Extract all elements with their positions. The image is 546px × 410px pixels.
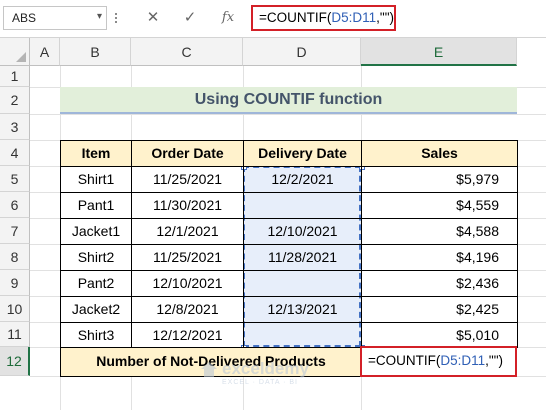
sheet-title[interactable]: Using COUNTIF function [60, 87, 517, 114]
row-header-11[interactable]: 11 [0, 322, 30, 347]
formula-prefix: =COUNTIF( [259, 10, 332, 25]
row-header-8[interactable]: 8 [0, 244, 30, 270]
table-header-b[interactable]: Item [60, 140, 132, 167]
row-header-9[interactable]: 9 [0, 270, 30, 296]
table-cell-c6[interactable]: 11/30/2021 [131, 192, 244, 219]
cancel-icon[interactable]: ✕ [143, 8, 163, 28]
row-header-6[interactable]: 6 [0, 192, 30, 218]
row-header-4[interactable]: 4 [0, 140, 30, 166]
cell-formula-range-ref: D5:D11 [440, 353, 486, 368]
table-cell-b8[interactable]: Shirt2 [60, 244, 132, 271]
more-options-icon[interactable] [114, 11, 118, 25]
formula-suffix: ,"") [376, 10, 394, 25]
table-cell-b9[interactable]: Pant2 [60, 270, 132, 297]
column-header-d[interactable]: D [243, 38, 361, 66]
row-header-5[interactable]: 5 [0, 166, 30, 192]
table-cell-b10[interactable]: Jacket2 [60, 296, 132, 323]
table-cell-e10[interactable]: $2,425 [361, 296, 518, 323]
table-cell-d5[interactable]: 12/2/2021 [243, 166, 362, 193]
table-cell-b6[interactable]: Pant1 [60, 192, 132, 219]
table-cell-e11[interactable]: $5,010 [361, 322, 518, 348]
row-header-2[interactable]: 2 [0, 87, 30, 114]
row-header-1[interactable]: 1 [0, 66, 30, 87]
table-cell-d9[interactable] [243, 270, 362, 297]
table-cell-d7[interactable]: 12/10/2021 [243, 218, 362, 245]
exceldemy-logo-icon [201, 362, 217, 377]
formula-input[interactable]: =COUNTIF(D5:D11,"") [251, 5, 396, 31]
table-cell-c8[interactable]: 11/25/2021 [131, 244, 244, 271]
grid-row-line [30, 114, 546, 115]
table-cell-c9[interactable]: 12/10/2021 [131, 270, 244, 297]
table-cell-d10[interactable]: 12/13/2021 [243, 296, 362, 323]
enter-icon[interactable]: ✓ [180, 8, 200, 28]
name-box-value: ABS [12, 11, 37, 25]
table-header-d[interactable]: Delivery Date [243, 140, 362, 167]
watermark-tagline: EXCEL · DATA · BI [222, 379, 298, 386]
table-cell-b7[interactable]: Jacket1 [60, 218, 132, 245]
row-header-7[interactable]: 7 [0, 218, 30, 244]
table-cell-d6[interactable] [243, 192, 362, 219]
table-cell-c10[interactable]: 12/8/2021 [131, 296, 244, 323]
name-box[interactable]: ABS ▾ [3, 6, 107, 30]
column-header-c[interactable]: C [131, 38, 243, 66]
cell-formula-suffix: ,"") [485, 353, 503, 368]
table-cell-d11[interactable] [243, 322, 362, 348]
chevron-down-icon[interactable]: ▾ [97, 11, 102, 22]
table-cell-e5[interactable]: $5,979 [361, 166, 518, 193]
table-cell-e8[interactable]: $4,196 [361, 244, 518, 271]
active-cell-e12[interactable]: =COUNTIF(D5:D11,"") [360, 346, 517, 377]
formula-range-ref: D5:D11 [331, 10, 377, 25]
table-cell-d8[interactable]: 11/28/2021 [243, 244, 362, 271]
table-cell-b5[interactable]: Shirt1 [60, 166, 132, 193]
watermark-brand: exceldemy [222, 359, 309, 378]
exceldemy-watermark: exceldemy EXCEL · DATA · BI [200, 357, 360, 393]
formula-bar: ABS ▾ ✕ ✓ fx =COUNTIF(D5:D11,"") [0, 0, 546, 38]
table-header-e[interactable]: Sales [361, 140, 518, 167]
column-header-e[interactable]: E [361, 38, 517, 66]
table-cell-e6[interactable]: $4,559 [361, 192, 518, 219]
table-cell-c7[interactable]: 12/1/2021 [131, 218, 244, 245]
row-header-12[interactable]: 12 [0, 347, 30, 376]
table-cell-e7[interactable]: $4,588 [361, 218, 518, 245]
row-header-3[interactable]: 3 [0, 114, 30, 140]
table-cell-b11[interactable]: Shirt3 [60, 322, 132, 348]
row-header-10[interactable]: 10 [0, 296, 30, 322]
table-header-c[interactable]: Order Date [131, 140, 244, 167]
column-header-a[interactable]: A [30, 38, 60, 66]
table-cell-c11[interactable]: 12/12/2021 [131, 322, 244, 348]
table-cell-c5[interactable]: 11/25/2021 [131, 166, 244, 193]
cell-formula-prefix: =COUNTIF( [368, 353, 441, 368]
insert-function-icon[interactable]: fx [218, 8, 238, 28]
column-header-b[interactable]: B [60, 38, 131, 66]
select-all-button[interactable] [0, 38, 30, 66]
table-cell-e9[interactable]: $2,436 [361, 270, 518, 297]
